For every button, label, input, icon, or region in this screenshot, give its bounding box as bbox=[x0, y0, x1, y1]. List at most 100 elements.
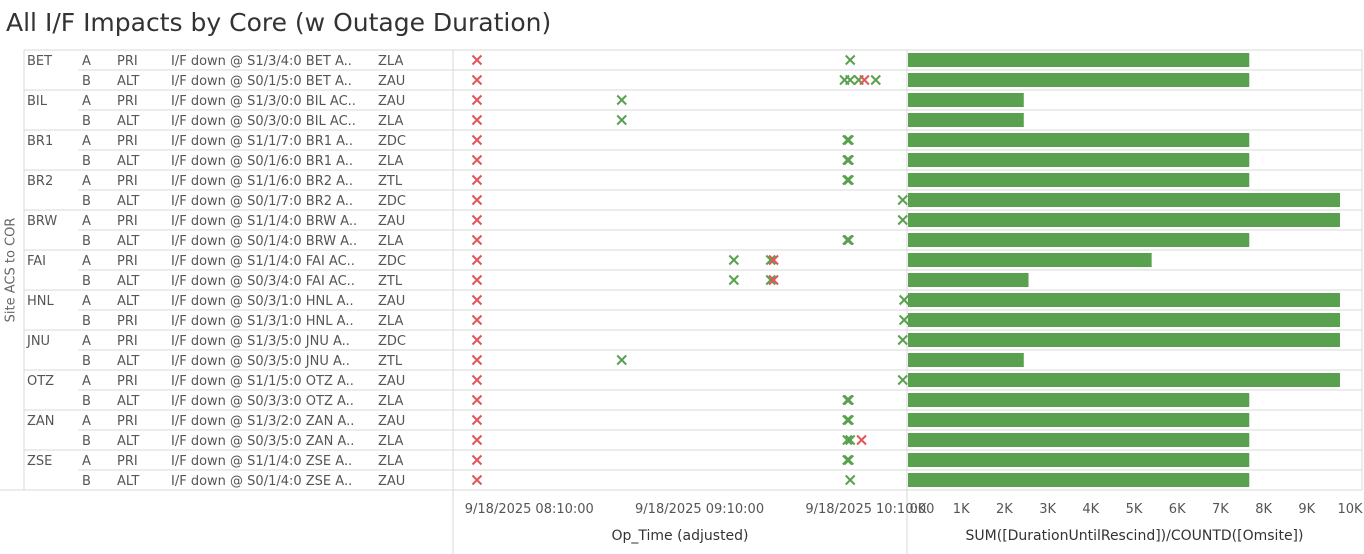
row-core-label: ZLA bbox=[378, 54, 403, 69]
duration-bar bbox=[908, 413, 1250, 427]
red-x-marker bbox=[471, 194, 483, 206]
row-side-label: A bbox=[82, 334, 91, 349]
row-core-label: ZDC bbox=[378, 134, 406, 149]
red-x-marker bbox=[471, 414, 483, 426]
row-event-label: I/F down @ S0/3/4:0 FAI AC.. bbox=[171, 274, 355, 289]
duration-bar bbox=[908, 273, 1029, 287]
timeline-tick-date: 9/18/2025 bbox=[635, 502, 702, 517]
bar-tick-label: 1K bbox=[953, 502, 970, 517]
row-role-label: ALT bbox=[117, 154, 139, 169]
bar-tick-label: 9K bbox=[1298, 502, 1315, 517]
red-x-marker bbox=[471, 374, 483, 386]
row-event-label: I/F down @ S0/1/6:0 BR1 A.. bbox=[171, 154, 353, 169]
row-role-label: PRI bbox=[117, 334, 138, 349]
bars-axis-title: SUM([DurationUntilRescind])/COUNTD([Omsi… bbox=[966, 528, 1304, 544]
row-role-label: ALT bbox=[117, 74, 139, 89]
row-core-label: ZDC bbox=[378, 194, 406, 209]
row-site-label: FAI bbox=[27, 254, 46, 269]
row-side-label: B bbox=[82, 354, 91, 369]
green-x-marker bbox=[616, 354, 627, 366]
impacts-visualization: BET A PRI I/F down @ S1/3/4:0 BET A.. ZLA B AL… bbox=[0, 49, 1363, 554]
row-event-label: I/F down @ S0/3/3:0 OTZ A.. bbox=[171, 394, 354, 409]
row-core-label: ZDC bbox=[378, 254, 406, 269]
red-x-marker bbox=[471, 274, 483, 286]
red-x-marker bbox=[471, 254, 483, 266]
red-x-marker bbox=[471, 74, 483, 86]
green-x-marker bbox=[728, 254, 740, 266]
row-event-label: I/F down @ S0/1/7:0 BR2 A.. bbox=[171, 194, 353, 209]
row-side-label: A bbox=[82, 374, 91, 389]
bar-tick-label: 0K bbox=[910, 502, 927, 517]
row-role-label: ALT bbox=[117, 114, 139, 129]
red-x-marker bbox=[471, 234, 483, 246]
green-x-marker bbox=[843, 234, 854, 246]
duration-bar bbox=[908, 153, 1250, 167]
row-side-label: A bbox=[82, 174, 91, 189]
row-core-label: ZLA bbox=[378, 314, 403, 329]
row-role-label: PRI bbox=[117, 454, 138, 469]
row-side-label: B bbox=[82, 274, 91, 289]
row-side-label: B bbox=[82, 474, 91, 489]
timeline-tick-time: 09:10:00 bbox=[706, 502, 764, 517]
row-core-label: ZAU bbox=[378, 474, 405, 489]
duration-bar bbox=[908, 353, 1024, 367]
row-core-label: ZAU bbox=[378, 94, 405, 109]
duration-bar bbox=[908, 373, 1340, 387]
bar-tick-label: 3K bbox=[1039, 502, 1056, 517]
row-side-label: B bbox=[82, 234, 91, 249]
timeline-axis-title: Op_Time (adjusted) bbox=[611, 528, 748, 544]
row-event-label: I/F down @ S1/3/2:0 ZAN A.. bbox=[171, 414, 354, 429]
row-core-label: ZLA bbox=[378, 234, 403, 249]
red-x-marker bbox=[856, 434, 867, 446]
green-x-marker bbox=[842, 394, 853, 406]
duration-bar bbox=[908, 133, 1250, 147]
row-side-label: A bbox=[82, 294, 91, 309]
timeline-tick-date: 9/18/2025 bbox=[465, 502, 532, 517]
row-core-label: ZLA bbox=[378, 454, 403, 469]
row-site-label: BET bbox=[27, 54, 52, 69]
row-role-label: ALT bbox=[117, 294, 139, 309]
row-role-label: ALT bbox=[117, 274, 139, 289]
green-x-marker bbox=[844, 474, 856, 486]
row-site-label: BIL bbox=[27, 94, 48, 109]
row-site-label: BR2 bbox=[27, 174, 53, 189]
row-site-label: JNU bbox=[26, 334, 50, 349]
timeline-tick-date: 9/18/2025 bbox=[805, 502, 872, 517]
row-core-label: ZLA bbox=[378, 434, 403, 449]
row-role-label: PRI bbox=[117, 414, 138, 429]
green-x-marker bbox=[897, 374, 908, 386]
bar-tick-label: 4K bbox=[1082, 502, 1099, 517]
row-event-label: I/F down @ S1/3/0:0 BIL AC.. bbox=[171, 94, 356, 109]
row-role-label: PRI bbox=[117, 254, 138, 269]
row-event-label: I/F down @ S0/1/4:0 ZSE A.. bbox=[171, 474, 352, 489]
row-side-label: A bbox=[82, 254, 91, 269]
row-event-label: I/F down @ S1/1/7:0 BR1 A.. bbox=[171, 134, 353, 149]
row-event-label: I/F down @ S1/3/5:0 JNU A.. bbox=[171, 334, 350, 349]
row-core-label: ZTL bbox=[378, 174, 403, 189]
row-side-label: A bbox=[82, 214, 91, 229]
duration-bar bbox=[908, 393, 1250, 407]
green-x-marker bbox=[842, 414, 853, 426]
row-site-label: ZAN bbox=[27, 414, 55, 429]
row-side-label: A bbox=[82, 134, 91, 149]
bar-tick-label: 6K bbox=[1169, 502, 1186, 517]
timeline-tick-time: 08:10:00 bbox=[535, 502, 593, 517]
row-side-label: A bbox=[82, 454, 91, 469]
row-event-label: I/F down @ S1/3/4:0 BET A.. bbox=[171, 54, 352, 69]
row-core-label: ZLA bbox=[378, 394, 403, 409]
green-x-marker bbox=[844, 54, 856, 66]
green-x-marker bbox=[843, 454, 854, 466]
duration-bar bbox=[908, 53, 1250, 67]
bar-tick-label: 5K bbox=[1126, 502, 1143, 517]
green-x-marker bbox=[616, 114, 627, 126]
row-role-label: ALT bbox=[117, 474, 139, 489]
green-x-marker bbox=[842, 154, 853, 166]
row-core-label: ZAU bbox=[378, 374, 405, 389]
row-core-label: ZLA bbox=[378, 154, 403, 169]
duration-bar bbox=[908, 213, 1340, 227]
row-site-label: BR1 bbox=[27, 134, 53, 149]
row-core-label: ZAU bbox=[378, 214, 405, 229]
duration-bar bbox=[908, 233, 1250, 247]
row-side-label: A bbox=[82, 94, 91, 109]
duration-bar bbox=[908, 293, 1340, 307]
